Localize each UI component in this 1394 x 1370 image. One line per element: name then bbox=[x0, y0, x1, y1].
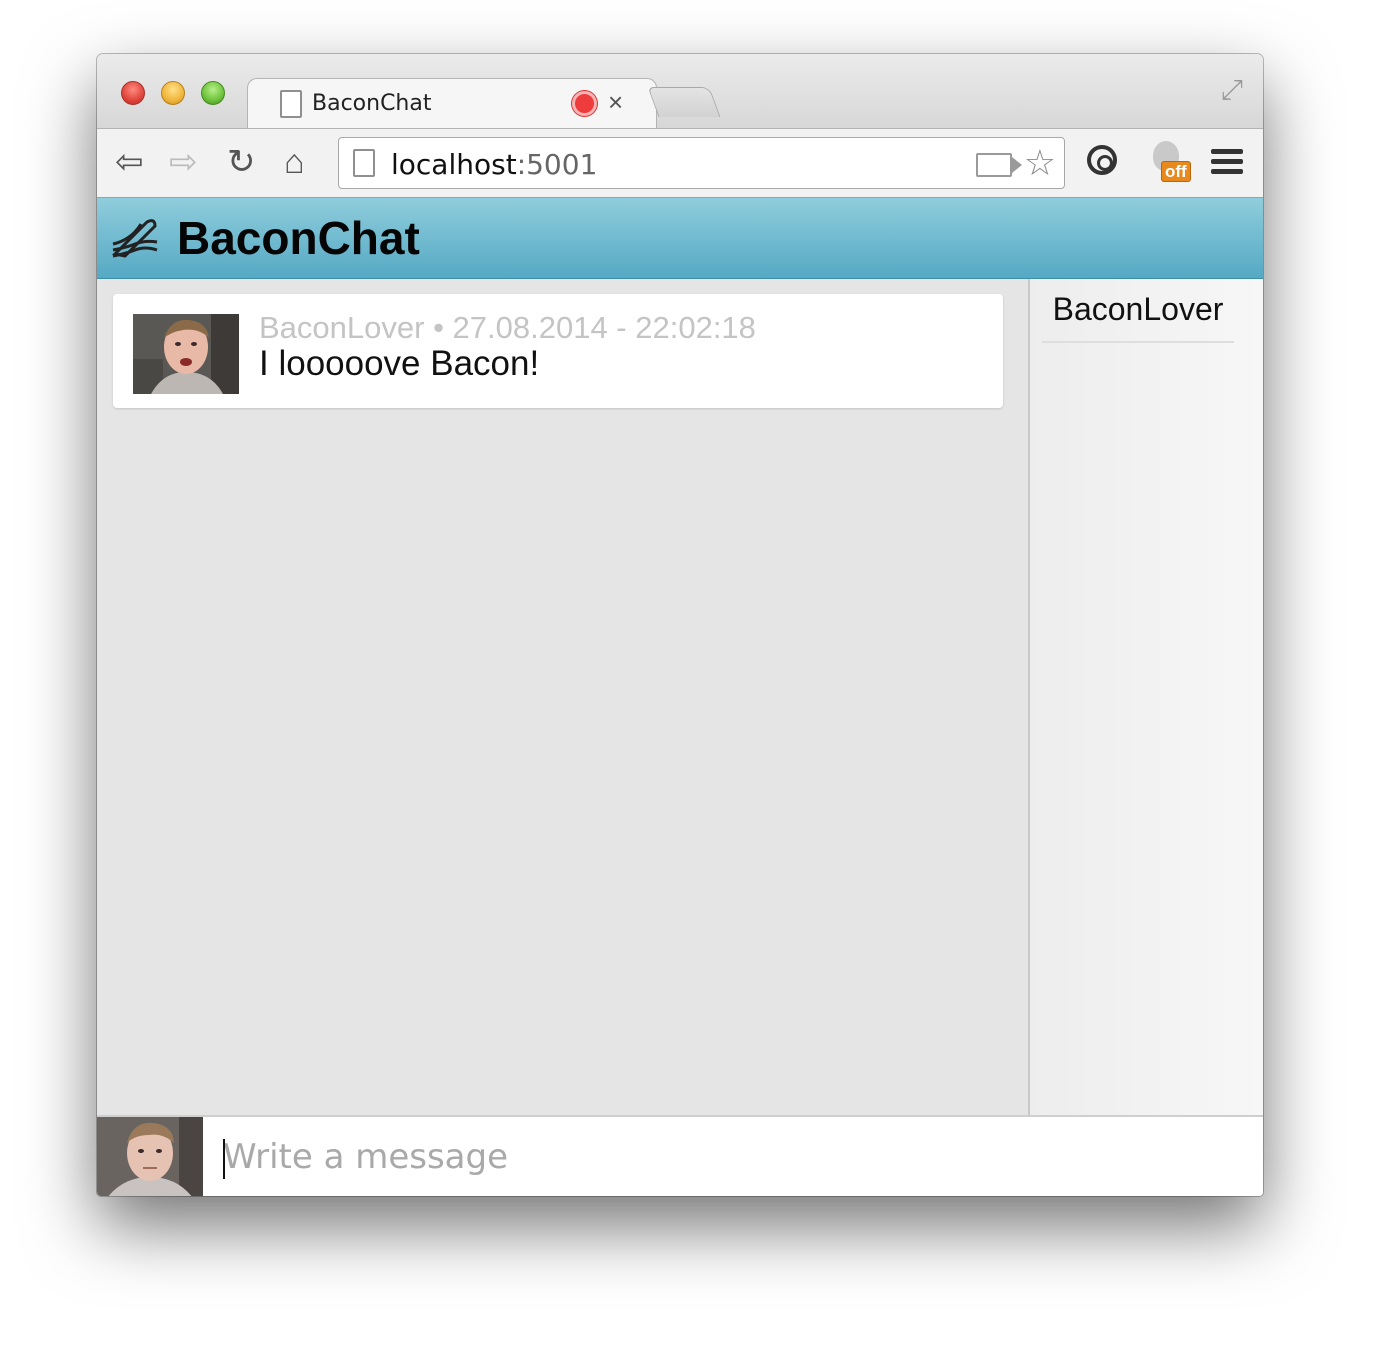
home-icon[interactable]: ⌂ bbox=[284, 143, 305, 181]
page-icon bbox=[280, 90, 302, 118]
message-timestamp: 27.08.2014 - 22:02:18 bbox=[452, 310, 756, 345]
forward-arrow-icon[interactable]: ⇨ bbox=[169, 143, 198, 181]
sync-icon[interactable] bbox=[1087, 145, 1117, 175]
minimize-window-button[interactable] bbox=[161, 81, 185, 105]
message-author: BaconLover bbox=[259, 310, 425, 345]
avatar bbox=[97, 1117, 203, 1196]
tab-strip: BaconChat × ⤢ bbox=[97, 54, 1263, 128]
fullscreen-icon[interactable]: ⤢ bbox=[1221, 74, 1243, 107]
menu-icon[interactable] bbox=[1211, 149, 1243, 179]
reload-icon[interactable]: ↻ bbox=[227, 143, 256, 181]
url-text[interactable]: localhost:5001 bbox=[391, 148, 597, 181]
fire-extension-icon[interactable]: off bbox=[1151, 141, 1191, 182]
app-header: BaconChat bbox=[97, 198, 1263, 279]
back-arrow-icon[interactable]: ⇦ bbox=[115, 143, 144, 181]
user-list-item[interactable]: BaconLover bbox=[1042, 291, 1234, 343]
text-caret bbox=[223, 1139, 225, 1179]
message-composer bbox=[97, 1115, 1263, 1196]
browser-window: BaconChat × ⤢ ⇦ ⇨ ↻ ⌂ localhost:5001 ☆ o… bbox=[97, 54, 1263, 1196]
camera-icon[interactable] bbox=[976, 153, 1022, 177]
star-icon[interactable]: ☆ bbox=[1024, 142, 1056, 184]
record-icon bbox=[572, 91, 597, 116]
url-host: localhost bbox=[391, 148, 517, 181]
message-item: BaconLover • 27.08.2014 - 22:02:18 I loo… bbox=[113, 294, 1003, 408]
page-icon bbox=[353, 149, 375, 177]
user-list: BaconLover bbox=[1028, 279, 1263, 1115]
avatar bbox=[133, 314, 239, 394]
url-port: :5001 bbox=[516, 148, 598, 181]
close-window-button[interactable] bbox=[121, 81, 145, 105]
message-text: I looooove Bacon! bbox=[259, 344, 540, 383]
browser-toolbar: ⇦ ⇨ ↻ ⌂ localhost:5001 ☆ off bbox=[97, 128, 1263, 198]
app-title: BaconChat bbox=[177, 212, 420, 264]
address-bar[interactable]: localhost:5001 ☆ bbox=[338, 137, 1065, 189]
message-meta: BaconLover • 27.08.2014 - 22:02:18 bbox=[259, 310, 756, 346]
meta-separator: • bbox=[424, 310, 453, 345]
extension-badge: off bbox=[1161, 161, 1191, 182]
bacon-logo-icon bbox=[111, 219, 158, 258]
new-tab-button[interactable] bbox=[647, 87, 721, 117]
tab-close-icon[interactable]: × bbox=[608, 87, 623, 118]
message-input[interactable] bbox=[203, 1117, 1263, 1196]
tab-title: BaconChat bbox=[312, 91, 432, 116]
chat-content: BaconLover • 27.08.2014 - 22:02:18 I loo… bbox=[97, 279, 1263, 1115]
zoom-window-button[interactable] bbox=[201, 81, 225, 105]
message-list: BaconLover • 27.08.2014 - 22:02:18 I loo… bbox=[97, 279, 1028, 1115]
tab-baconchat[interactable]: BaconChat × bbox=[247, 78, 657, 128]
